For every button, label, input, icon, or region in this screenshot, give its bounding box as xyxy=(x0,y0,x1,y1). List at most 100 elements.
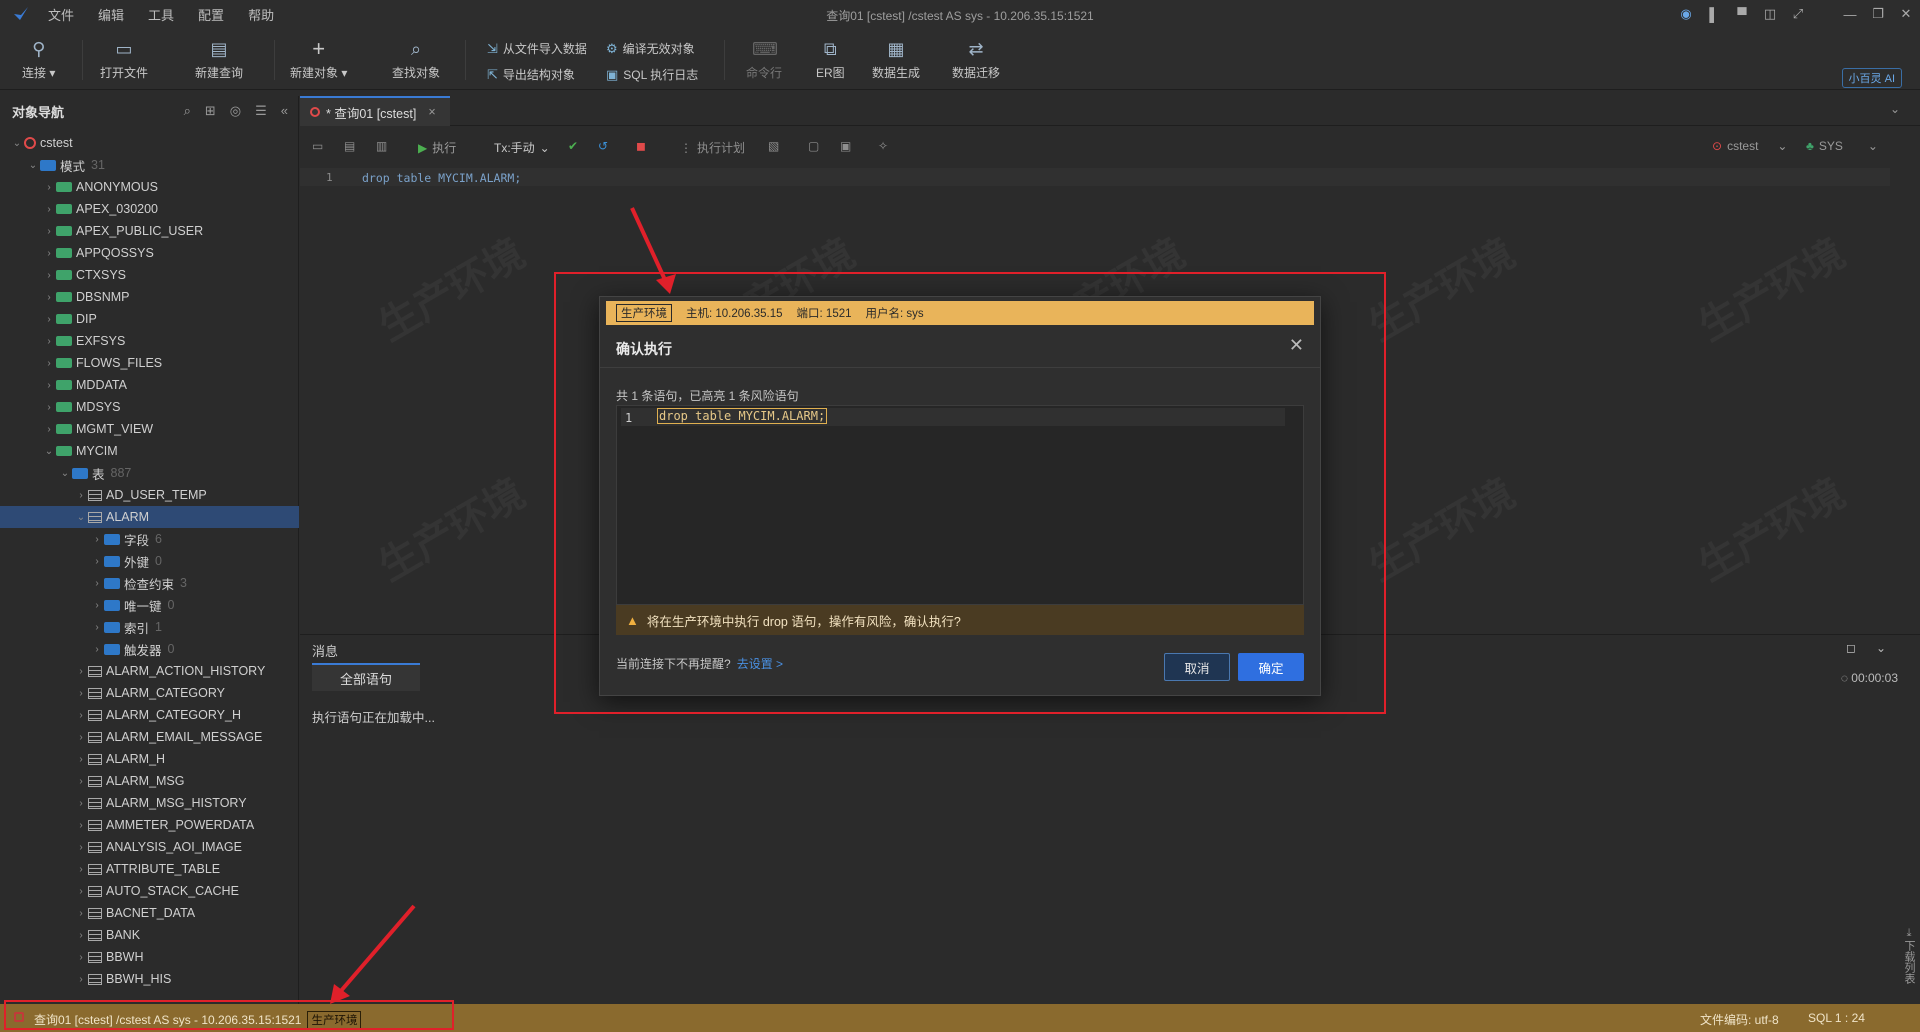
tree-item[interactable]: › MDDATA xyxy=(0,374,299,396)
command-line-button[interactable]: ⌨ 命令行 xyxy=(746,38,782,81)
tree-item[interactable]: › ATTRIBUTE_TABLE xyxy=(0,858,299,880)
chevron-right-icon[interactable]: › xyxy=(90,556,104,567)
ai-assistant-button[interactable]: 小百灵 AI xyxy=(1841,68,1902,88)
tree-item[interactable]: › ANALYSIS_AOI_IMAGE xyxy=(0,836,299,858)
layout-split-icon[interactable]: ◫ xyxy=(1756,6,1784,22)
layout-top-icon[interactable]: ▀ xyxy=(1728,7,1756,22)
import-from-file-button[interactable]: ⇲ 从文件导入数据 xyxy=(487,40,587,57)
connection-select[interactable]: ⊙ cstest ⌄ xyxy=(1712,139,1787,153)
tree-item[interactable]: › MGMT_VIEW xyxy=(0,418,299,440)
tree-item[interactable]: › EXFSYS xyxy=(0,330,299,352)
tree-item[interactable]: ⌄ ALARM xyxy=(0,506,299,528)
chevron-right-icon[interactable]: › xyxy=(74,974,88,985)
open-file-button[interactable]: ▭ 打开文件 xyxy=(100,38,148,81)
compile-invalid-button[interactable]: ⚙ 编译无效对象 xyxy=(606,40,695,57)
new-query-button[interactable]: ▤ 新建查询 xyxy=(195,38,243,81)
chevron-right-icon[interactable]: › xyxy=(42,270,56,281)
schema-select[interactable]: ♣ SYS ⌄ xyxy=(1806,139,1878,153)
menu-config[interactable]: 配置 xyxy=(186,5,236,24)
close-window-icon[interactable]: ✕ xyxy=(1892,6,1920,22)
format-icon[interactable]: ✧ xyxy=(878,139,888,153)
tree-item[interactable]: › APEX_030200 xyxy=(0,198,299,220)
chevron-right-icon[interactable]: › xyxy=(74,930,88,941)
tree-item[interactable]: › 触发器 0 xyxy=(0,638,299,660)
open-icon[interactable]: ▭ xyxy=(312,139,323,153)
chevron-right-icon[interactable]: › xyxy=(42,204,56,215)
chevron-right-icon[interactable]: › xyxy=(74,754,88,765)
tree-item[interactable]: › FLOWS_FILES xyxy=(0,352,299,374)
tree-item[interactable]: › AMMETER_POWERDATA xyxy=(0,814,299,836)
tree-item[interactable]: › AUTO_STACK_CACHE xyxy=(0,880,299,902)
collapse-panel-icon[interactable]: « xyxy=(281,103,288,119)
tree-item[interactable]: › 检查约束 3 xyxy=(0,572,299,594)
sql-log-button[interactable]: ▣ SQL 执行日志 xyxy=(606,66,698,83)
fullscreen-icon[interactable]: ⤢ xyxy=(1784,6,1812,22)
tree-item[interactable]: › ALARM_MSG xyxy=(0,770,299,792)
chevron-right-icon[interactable]: › xyxy=(74,908,88,919)
tree-item[interactable]: › DBSNMP xyxy=(0,286,299,308)
explain-plan-button[interactable]: ⋮ 执行计划 xyxy=(680,139,745,156)
filter-icon[interactable]: ◎ xyxy=(230,103,241,119)
find-object-button[interactable]: ⌕ 查找对象 xyxy=(392,38,440,81)
tree-item[interactable]: › 外键 0 xyxy=(0,550,299,572)
download-list-button[interactable]: ⤓ 下载列表 xyxy=(1902,926,1916,988)
tree-item[interactable]: › DIP xyxy=(0,308,299,330)
chevron-right-icon[interactable]: › xyxy=(42,402,56,413)
tree-item[interactable]: ⌄ cstest xyxy=(0,132,299,154)
chevron-right-icon[interactable]: › xyxy=(42,336,56,347)
tree-item[interactable]: › 字段 6 xyxy=(0,528,299,550)
chevron-right-icon[interactable]: › xyxy=(42,380,56,391)
tree-item[interactable]: › BACNET_DATA xyxy=(0,902,299,924)
chevron-right-icon[interactable]: › xyxy=(42,182,56,193)
rollback-icon[interactable]: ↺ xyxy=(598,139,608,153)
restore-icon[interactable]: ❐ xyxy=(1864,6,1892,22)
tree-item[interactable]: ⌄ MYCIM xyxy=(0,440,299,462)
tree-item[interactable]: › MDSYS xyxy=(0,396,299,418)
tree-item[interactable]: › ALARM_MSG_HISTORY xyxy=(0,792,299,814)
save-as-icon[interactable]: ▥ xyxy=(376,139,387,153)
tree-item[interactable]: › ALARM_EMAIL_MESSAGE xyxy=(0,726,299,748)
chevron-right-icon[interactable]: › xyxy=(90,644,104,655)
chevron-right-icon[interactable]: › xyxy=(42,248,56,259)
chevron-right-icon[interactable]: › xyxy=(74,688,88,699)
chevron-right-icon[interactable]: › xyxy=(74,952,88,963)
chevron-right-icon[interactable]: › xyxy=(90,622,104,633)
tree-item[interactable]: › ALARM_CATEGORY_H xyxy=(0,704,299,726)
chevron-right-icon[interactable]: › xyxy=(74,710,88,721)
minimize-icon[interactable]: — xyxy=(1836,7,1864,22)
data-migrate-button[interactable]: ⇄ 数据迁移 xyxy=(952,38,1000,81)
chevron-down-icon[interactable]: ⌄ xyxy=(26,160,40,171)
er-diagram-button[interactable]: ⧉ ER图 xyxy=(816,38,845,81)
run-button[interactable]: ▶ 执行 xyxy=(418,139,456,156)
tree-item[interactable]: ⌄ 模式 31 xyxy=(0,154,299,176)
tabs-dropdown-icon[interactable]: ⌄ xyxy=(1890,102,1900,116)
chevron-right-icon[interactable]: › xyxy=(90,578,104,589)
chevron-right-icon[interactable]: › xyxy=(74,666,88,677)
chevron-right-icon[interactable]: › xyxy=(74,776,88,787)
new-object-button[interactable]: + 新建对象 ▾ xyxy=(290,38,347,81)
chevron-right-icon[interactable]: › xyxy=(74,732,88,743)
chevron-right-icon[interactable]: › xyxy=(74,490,88,501)
chevron-right-icon[interactable]: › xyxy=(42,358,56,369)
chevron-right-icon[interactable]: › xyxy=(74,820,88,831)
tree-item[interactable]: › BBWH_HIS xyxy=(0,968,299,990)
connect-button[interactable]: ⚲ 连接 ▾ xyxy=(22,38,55,81)
chevron-right-icon[interactable]: › xyxy=(42,226,56,237)
tree-item[interactable]: › 索引 1 xyxy=(0,616,299,638)
chevron-right-icon[interactable]: › xyxy=(74,798,88,809)
tree-item[interactable]: › ALARM_CATEGORY xyxy=(0,682,299,704)
tree-item[interactable]: › APPQOSSYS xyxy=(0,242,299,264)
comment-icon[interactable]: ▢ xyxy=(808,139,819,153)
chevron-right-icon[interactable]: › xyxy=(42,314,56,325)
stop-icon[interactable]: ◼ xyxy=(636,139,646,153)
uncomment-icon[interactable]: ▣ xyxy=(840,139,851,153)
folder-add-icon[interactable]: ⊞ xyxy=(205,103,216,119)
close-tab-icon[interactable]: × xyxy=(428,105,435,119)
tab-all-statements[interactable]: 全部语句 xyxy=(312,663,420,691)
user-avatar-icon[interactable]: ◉ xyxy=(1672,6,1700,22)
tree-item[interactable]: › BBWH xyxy=(0,946,299,968)
chevron-down-icon[interactable]: ⌄ xyxy=(42,446,56,457)
commit-icon[interactable]: ✔ xyxy=(568,139,578,153)
export-icon[interactable]: ▧ xyxy=(768,139,779,153)
tree-item[interactable]: › APEX_PUBLIC_USER xyxy=(0,220,299,242)
